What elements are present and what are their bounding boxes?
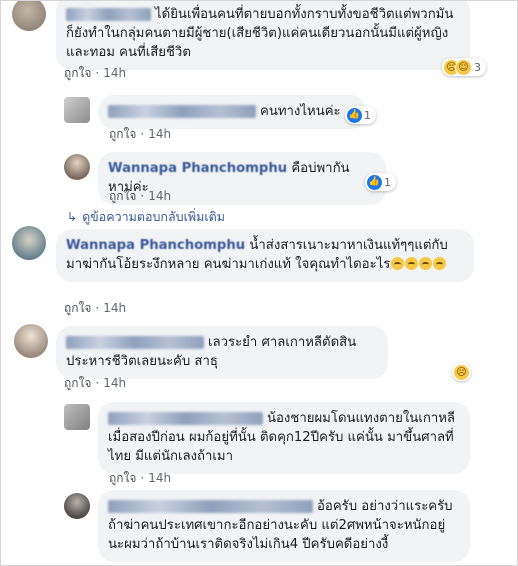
- replier-name-redacted[interactable]: [108, 411, 263, 425]
- timestamp[interactable]: 14h: [103, 376, 126, 390]
- avatar[interactable]: [64, 97, 90, 123]
- reply-meta: ถูกใจ · 14h: [109, 471, 172, 485]
- more-replies-link[interactable]: ↳ ดูข้อความตอบกลับเพิ่มเติม: [67, 207, 225, 227]
- replier-name[interactable]: Wannapa Phanchomphu: [108, 161, 287, 176]
- avatar[interactable]: [64, 493, 90, 519]
- like-button[interactable]: ถูกใจ: [109, 471, 136, 485]
- reply-arrow-icon: ↳: [67, 210, 78, 224]
- sad-icon: ☹: [454, 364, 469, 380]
- like-button[interactable]: ถูกใจ: [64, 376, 91, 390]
- comment-meta: ถูกใจ · 14h: [64, 66, 127, 80]
- crying-emoji-icon: [390, 257, 447, 272]
- reaction-summary[interactable]: ☹ ☺ 3: [442, 58, 486, 76]
- reply-bubble: คนทางไหนค่ะ: [98, 95, 366, 129]
- like-button[interactable]: ถูกใจ: [109, 127, 136, 141]
- replier-name-redacted[interactable]: [108, 499, 313, 513]
- like-button[interactable]: ถูกใจ: [109, 189, 136, 203]
- comment-bubble: ได้ยินเพื่อนคนที่ตายบอกทั้งกราบทั้งขอชีว…: [56, 1, 470, 70]
- avatar[interactable]: [12, 1, 46, 31]
- like-icon: 👍: [347, 107, 362, 123]
- timestamp[interactable]: 14h: [148, 127, 171, 141]
- avatar[interactable]: [64, 404, 90, 430]
- reply-text: คนทางไหนค่ะ: [260, 104, 341, 119]
- timestamp[interactable]: 14h: [103, 66, 126, 80]
- more-replies-label: ดูข้อความตอบกลับเพิ่มเติม: [82, 209, 225, 224]
- timestamp[interactable]: 14h: [148, 471, 171, 485]
- reply-meta: ถูกใจ · 14h: [109, 127, 172, 141]
- reaction-summary[interactable]: 👍 1: [345, 106, 376, 124]
- replier-name-redacted[interactable]: [108, 104, 256, 118]
- laugh-icon: ☺: [455, 58, 472, 76]
- like-icon: 👍: [367, 174, 382, 190]
- comment-meta: ถูกใจ · 14h: [64, 301, 127, 315]
- reply-bubble: น้องชายผมโดนแทงตายในเกาหลีเมื่อสองปีก่อน…: [98, 402, 470, 474]
- comment-bubble: เลวระยำ ศาลเกาหลีตัดสินประหารชีวิตเลยนะค…: [56, 326, 388, 379]
- reaction-count: 3: [474, 60, 481, 74]
- commenter-name[interactable]: Wannapa Phanchomphu: [66, 238, 245, 253]
- reaction-summary[interactable]: ☹: [452, 363, 471, 381]
- like-button[interactable]: ถูกใจ: [64, 66, 91, 80]
- like-button[interactable]: ถูกใจ: [64, 301, 91, 315]
- comment-bubble: Wannapa Phanchomphu น้ำส่งสารเนาะมาหาเงิ…: [56, 229, 474, 282]
- timestamp[interactable]: 14h: [103, 301, 126, 315]
- avatar[interactable]: [14, 324, 48, 358]
- commenter-name-redacted[interactable]: [66, 7, 151, 21]
- commenter-name-redacted[interactable]: [66, 335, 204, 349]
- comment-meta: ถูกใจ · 14h: [64, 376, 127, 390]
- avatar[interactable]: [12, 226, 46, 260]
- comment-thread: ได้ยินเพื่อนคนที่ตายบอกทั้งกราบทั้งขอชีว…: [0, 0, 518, 566]
- timestamp[interactable]: 14h: [148, 189, 171, 203]
- reply-bubble: อ้อครับ อย่างว่าแระครับ ถ้าฆ่าคนประเทศเข…: [98, 490, 470, 562]
- reaction-count: 1: [364, 108, 371, 122]
- avatar[interactable]: [64, 154, 90, 180]
- reaction-summary[interactable]: 👍 1: [365, 173, 396, 191]
- reply-meta: ถูกใจ · 14h: [109, 189, 172, 203]
- reaction-count: 1: [384, 175, 391, 189]
